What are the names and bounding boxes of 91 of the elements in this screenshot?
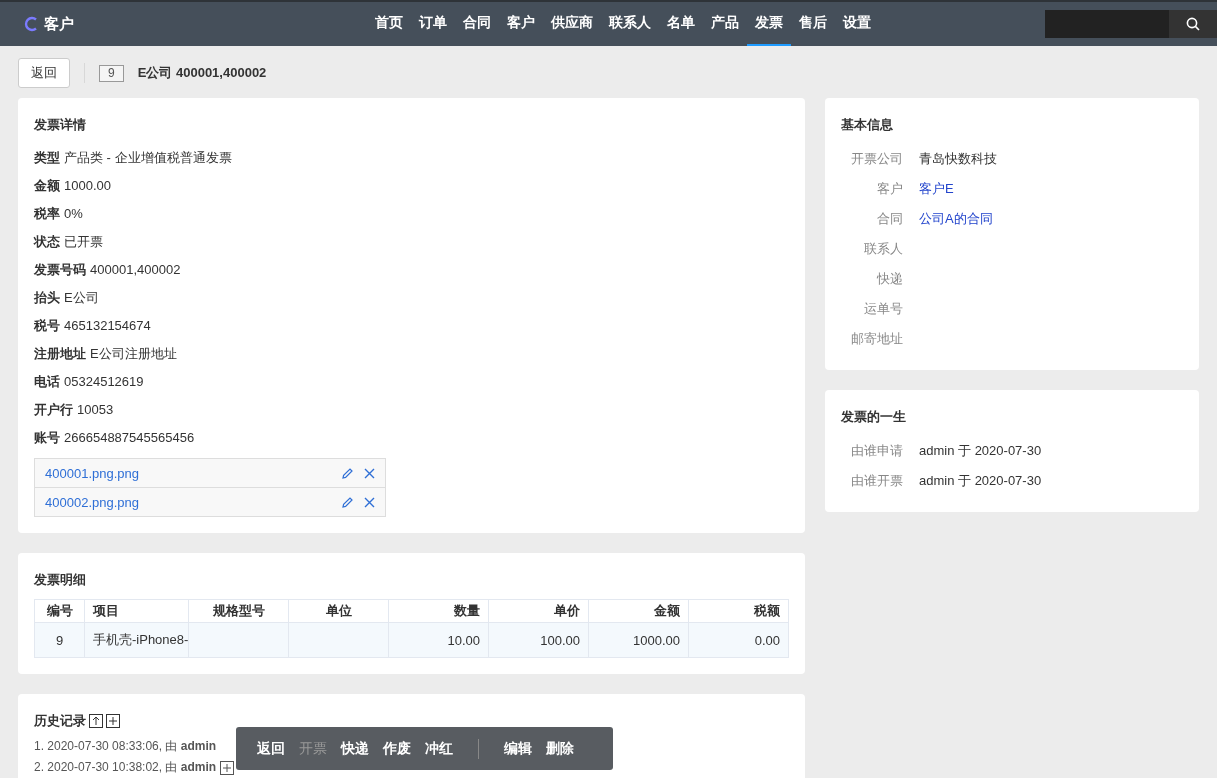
search-icon	[1186, 17, 1200, 31]
nav-tab[interactable]: 首页	[367, 2, 411, 46]
field-value: E公司	[64, 290, 99, 305]
field-label: 税率	[34, 206, 60, 221]
field-label: 发票号码	[34, 262, 86, 277]
field-value: 1000.00	[64, 178, 111, 193]
field-label: 开户行	[34, 402, 73, 417]
nav-tab[interactable]: 供应商	[543, 2, 601, 46]
nav-tab[interactable]: 联系人	[601, 2, 659, 46]
nav-tab[interactable]: 合同	[455, 2, 499, 46]
field-label: 客户	[876, 180, 903, 198]
action-button[interactable]: 冲红	[418, 739, 460, 758]
field-value: 已开票	[64, 234, 103, 249]
field-value: admin 于 2020-07-30	[919, 472, 1042, 490]
nav-tab[interactable]: 客户	[499, 2, 543, 46]
pencil-icon[interactable]	[341, 495, 354, 509]
column-header: 金额	[588, 599, 689, 623]
column-header: 单价	[488, 599, 589, 623]
field-label: 抬头	[34, 290, 60, 305]
field-label: 合同	[876, 210, 903, 228]
field-label: 金额	[34, 178, 60, 193]
card-title: 发票详情	[34, 116, 87, 134]
field-value: 产品类 - 企业增值税普通发票	[64, 150, 232, 165]
column-header: 数量	[388, 599, 489, 623]
close-icon[interactable]	[364, 496, 375, 508]
table-cell: 1000.00	[588, 622, 689, 658]
nav-tab[interactable]: 售后	[791, 2, 835, 46]
action-button[interactable]: 快递	[334, 739, 376, 758]
card-title: 基本信息	[841, 116, 894, 134]
link[interactable]: 客户E	[919, 174, 954, 204]
app-title: 客户	[44, 14, 74, 34]
field-label: 联系人	[863, 240, 903, 258]
file-link[interactable]: 400002.png.png	[45, 494, 331, 510]
table-cell: 0.00	[688, 622, 789, 658]
field-label: 账号	[34, 430, 60, 445]
card-title: 发票的一生	[841, 408, 907, 426]
column-header: 规格型号	[188, 599, 289, 623]
page-title: E公司 400001,400002	[137, 64, 267, 82]
nav-tab[interactable]: 名单	[659, 2, 703, 46]
history-entry: 2. 2020-07-30 10:38:02, 由 admin	[34, 759, 217, 776]
search-field[interactable]	[1045, 10, 1217, 38]
card-title: 发票明细	[34, 571, 87, 589]
action-button[interactable]: 删除	[539, 739, 581, 758]
nav-tab[interactable]: 订单	[411, 2, 455, 46]
pencil-icon[interactable]	[341, 466, 354, 480]
nav-tab[interactable]: 产品	[703, 2, 747, 46]
column-header: 税额	[688, 599, 789, 623]
column-header: 单位	[288, 599, 389, 623]
field-label: 状态	[34, 234, 60, 249]
field-value: 05324512619	[64, 374, 144, 389]
table-cell: 100.00	[488, 622, 589, 658]
id-badge: 9	[99, 64, 124, 82]
field-label: 类型	[34, 150, 60, 165]
file-link[interactable]: 400001.png.png	[45, 465, 331, 481]
field-label: 电话	[34, 374, 60, 389]
table-cell: 手机壳-iPhone8-	[84, 622, 189, 658]
card-title: 历史记录	[34, 712, 86, 730]
nav-tab[interactable]: 发票	[747, 2, 791, 46]
expand-icon[interactable]	[220, 760, 235, 775]
field-label: 注册地址	[34, 346, 86, 361]
field-value: 266654887545565456	[64, 430, 195, 445]
table-cell: 9	[34, 622, 85, 658]
action-button[interactable]: 返回	[250, 739, 292, 758]
field-label: 由谁申请	[850, 442, 903, 460]
field-label: 邮寄地址	[850, 330, 903, 348]
collapse-icon[interactable]	[89, 714, 103, 728]
nav-tab[interactable]: 设置	[835, 2, 879, 46]
expand-icon[interactable]	[106, 714, 120, 728]
link[interactable]: 公司A的合同	[919, 204, 993, 234]
column-header: 编号	[34, 599, 85, 623]
field-value: 10053	[77, 402, 114, 417]
logo-icon	[24, 16, 38, 32]
field-value: E公司注册地址	[90, 346, 177, 361]
field-label: 税号	[34, 318, 60, 333]
field-value: 465132154674	[64, 318, 151, 333]
search-button[interactable]	[1169, 10, 1217, 38]
column-header: 项目	[84, 599, 189, 623]
field-label: 开票公司	[850, 150, 903, 168]
action-button[interactable]: 作废	[376, 739, 418, 758]
field-value: 青岛快数科技	[919, 150, 997, 168]
field-label: 运单号	[863, 300, 903, 318]
field-value: 400001,400002	[90, 262, 181, 277]
back-button[interactable]: 返回	[18, 58, 70, 88]
table-cell: 10.00	[388, 622, 489, 658]
field-label: 快递	[876, 270, 903, 288]
field-value: admin 于 2020-07-30	[919, 442, 1042, 460]
field-label: 由谁开票	[850, 472, 903, 490]
action-button[interactable]: 编辑	[497, 739, 539, 758]
close-icon[interactable]	[364, 467, 375, 479]
field-value: 0%	[64, 206, 83, 221]
history-entry: 1. 2020-07-30 08:33:06, 由 admin	[34, 738, 217, 755]
